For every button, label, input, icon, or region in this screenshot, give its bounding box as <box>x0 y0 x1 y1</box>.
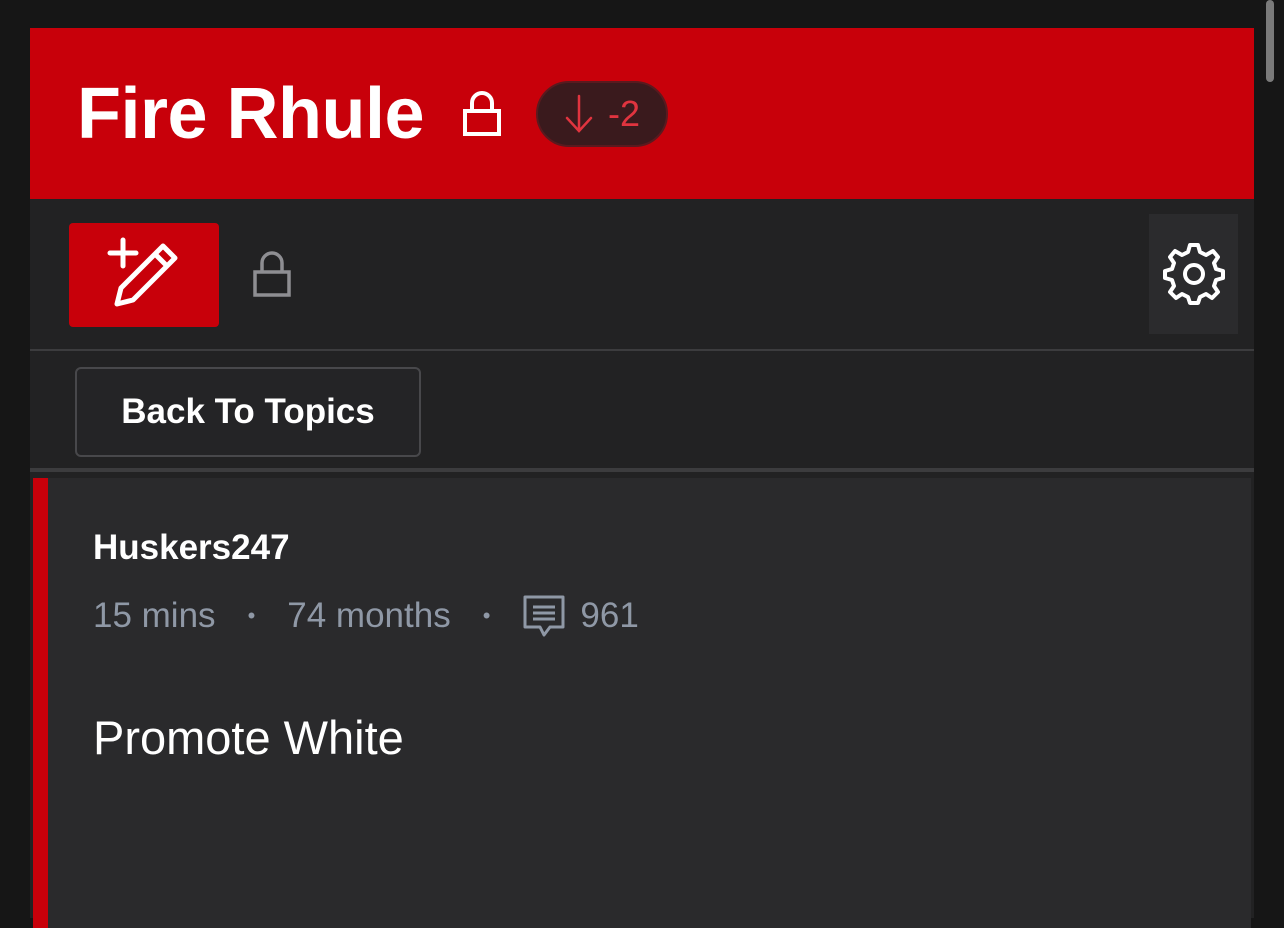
post-accent-bar <box>33 478 48 928</box>
author-tenure: 74 months <box>287 596 451 635</box>
new-post-button[interactable] <box>69 223 219 327</box>
meta-separator: • <box>482 603 491 628</box>
settings-button[interactable] <box>1149 214 1238 334</box>
back-to-topics-button[interactable]: Back To Topics <box>75 367 421 457</box>
post-time: 15 mins <box>93 596 216 635</box>
meta-separator: • <box>247 603 256 628</box>
post-card[interactable]: Huskers247 15 mins • 74 months • 961 Pro… <box>33 478 1251 928</box>
pencil-plus-icon <box>107 237 178 307</box>
comment-icon <box>523 595 565 637</box>
page-scrollbar[interactable] <box>1266 0 1274 82</box>
post-meta: 15 mins • 74 months • 961 <box>93 594 639 638</box>
topic-title: Fire Rhule <box>77 73 425 154</box>
vote-score-badge[interactable]: -2 <box>536 80 669 147</box>
lock-icon <box>463 90 502 136</box>
nav-row: Back To Topics <box>30 351 1254 472</box>
vote-score: -2 <box>608 92 641 134</box>
comment-count: 961 <box>580 596 639 635</box>
topic-header: Fire Rhule -2 <box>30 28 1254 199</box>
post-body: Promote White <box>93 711 404 764</box>
arrow-down-icon <box>565 94 593 133</box>
gear-icon <box>1162 243 1225 305</box>
topic-toolbar <box>30 199 1254 351</box>
lock-icon <box>253 251 291 297</box>
post-author[interactable]: Huskers247 <box>93 528 290 568</box>
topic-panel: Fire Rhule -2 Back To Topics Huskers247 … <box>30 28 1254 928</box>
